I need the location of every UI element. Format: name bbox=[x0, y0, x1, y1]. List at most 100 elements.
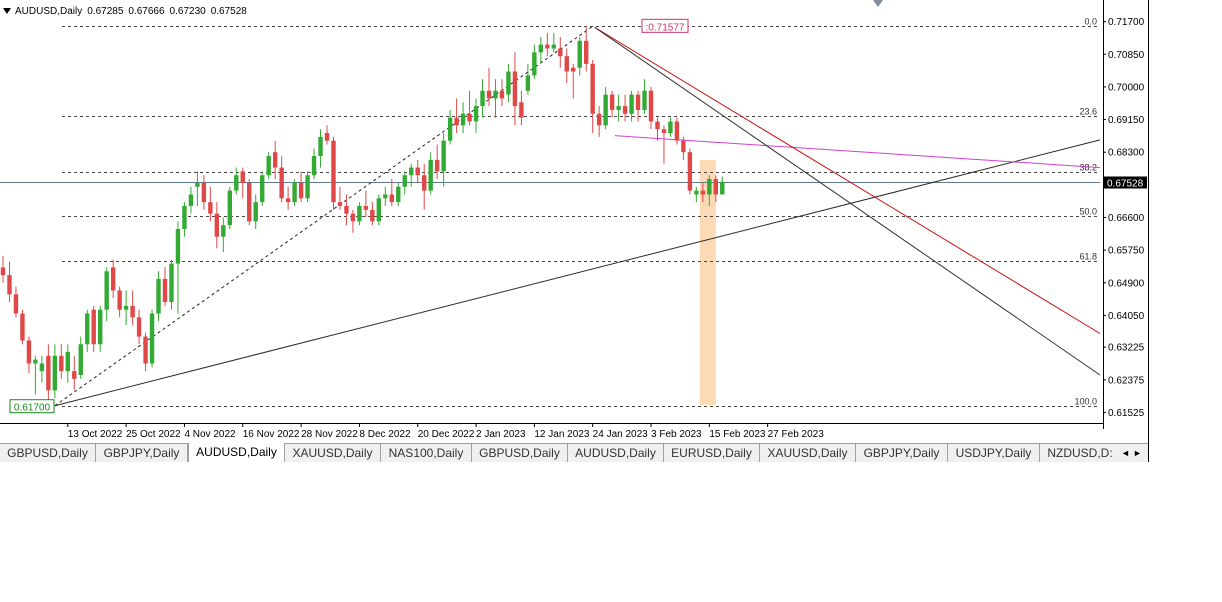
candle-body bbox=[195, 182, 200, 187]
candle bbox=[279, 156, 284, 203]
candle bbox=[564, 48, 569, 84]
tab-eurusd-daily[interactable]: EURUSD,Daily bbox=[664, 444, 760, 462]
candle-body bbox=[584, 40, 589, 64]
candle-body bbox=[596, 113, 602, 126]
candle bbox=[221, 217, 226, 253]
candle bbox=[363, 190, 369, 218]
candle bbox=[655, 117, 660, 141]
candle-body bbox=[551, 44, 556, 49]
symbol-label: AUDUSD,Daily bbox=[15, 6, 83, 17]
chevron-down-icon[interactable] bbox=[3, 8, 11, 15]
tab-gbpjpy-daily[interactable]: GBPJPY,Daily bbox=[96, 444, 188, 462]
time-tick-label: 3 Oct 2022 bbox=[0, 429, 1, 440]
price-chart[interactable]: 0.023.638.250.061.8100.0:0.715770.617000… bbox=[0, 0, 1150, 443]
candle bbox=[169, 259, 174, 310]
candle-body bbox=[331, 140, 336, 203]
candle bbox=[298, 171, 304, 203]
candle bbox=[65, 344, 70, 383]
candle bbox=[584, 26, 589, 72]
tab-nzdusd-daily[interactable]: NZDUSD,D: bbox=[1040, 444, 1120, 462]
candle bbox=[0, 255, 6, 283]
candle bbox=[720, 176, 725, 195]
candle bbox=[39, 355, 45, 383]
descending-trend-line bbox=[594, 26, 1101, 376]
candle-body bbox=[603, 94, 608, 126]
candle bbox=[104, 267, 109, 322]
candle-body bbox=[454, 117, 459, 126]
candle bbox=[545, 33, 550, 57]
candle-body bbox=[156, 278, 161, 314]
candle-body bbox=[117, 290, 122, 310]
time-tick-label: 16 Nov 2022 bbox=[243, 429, 300, 440]
candle-body bbox=[162, 278, 168, 303]
tab-xauusd-daily-2[interactable]: XAUUSD,Daily bbox=[760, 444, 856, 462]
candle-body bbox=[52, 355, 58, 391]
tab-gbpusd-daily[interactable]: GBPUSD,Daily bbox=[0, 444, 96, 462]
candle-body bbox=[221, 225, 226, 237]
candle-body bbox=[545, 44, 550, 49]
candle bbox=[467, 90, 472, 126]
candle bbox=[253, 194, 258, 230]
chart-shift-marker-icon[interactable] bbox=[873, 0, 883, 7]
candle-body bbox=[480, 90, 485, 107]
candle bbox=[506, 63, 511, 103]
resistance-trend-line bbox=[594, 26, 1101, 334]
candle-body bbox=[629, 94, 634, 114]
tab-audusd-daily-active[interactable]: AUDUSD,Daily bbox=[188, 443, 285, 462]
candle bbox=[447, 109, 453, 145]
candle-body bbox=[402, 175, 407, 187]
tab-xauusd-daily[interactable]: XAUUSD,Daily bbox=[285, 444, 381, 462]
time-tick-label: 12 Jan 2023 bbox=[534, 429, 589, 440]
candle bbox=[668, 117, 673, 137]
fib-level-label: 0.0 bbox=[1084, 17, 1097, 27]
candle-body bbox=[318, 136, 323, 157]
candle-body bbox=[188, 194, 194, 206]
candle-body bbox=[622, 106, 628, 114]
candle bbox=[214, 202, 220, 249]
candle bbox=[201, 175, 207, 210]
candle-body bbox=[292, 182, 297, 203]
candle bbox=[661, 125, 667, 164]
candle bbox=[499, 79, 505, 107]
candle-body bbox=[149, 313, 155, 364]
candle-body bbox=[85, 313, 90, 345]
price-tick-label: 0.61525 bbox=[1108, 408, 1145, 419]
candle bbox=[285, 186, 291, 210]
candle-body bbox=[687, 152, 693, 191]
tab-nas100-daily[interactable]: NAS100,Daily bbox=[381, 444, 472, 462]
tab-usdjpy-daily[interactable]: USDJPY,Daily bbox=[948, 444, 1040, 462]
candle-body bbox=[532, 52, 537, 76]
candle-body bbox=[473, 106, 479, 122]
candle bbox=[13, 286, 19, 318]
candle bbox=[98, 305, 103, 352]
highlight-zone bbox=[699, 159, 716, 405]
candle-body bbox=[428, 159, 433, 191]
candle-body bbox=[499, 90, 505, 99]
candle-body bbox=[33, 359, 38, 364]
chart-header: AUDUSD,Daily 0.67285 0.67666 0.67230 0.67528 bbox=[0, 6, 252, 22]
tab-audusd-daily-2[interactable]: AUDUSD,Daily bbox=[568, 444, 664, 462]
candle-body bbox=[467, 113, 472, 122]
candle bbox=[156, 271, 161, 322]
candle-body bbox=[182, 205, 187, 230]
low-value: 0.67230 bbox=[169, 6, 206, 17]
candle-body bbox=[123, 305, 129, 310]
chart-window[interactable]: 0.0 23.6 38.2 50.0 61.8 100.0:0.71577 0.61700 0… bbox=[0, 0, 1150, 462]
tab-scroll-right-icon[interactable]: ► bbox=[1133, 444, 1142, 462]
candle-body bbox=[694, 190, 699, 195]
tab-gbpusd-daily-2[interactable]: GBPUSD,Daily bbox=[472, 444, 568, 462]
fib-level-label: 50.0 bbox=[1079, 207, 1097, 217]
candle-body bbox=[370, 209, 375, 222]
candle-body bbox=[525, 75, 531, 91]
high-value: 0.67666 bbox=[128, 6, 165, 17]
candle-body bbox=[337, 202, 343, 206]
candle-body bbox=[571, 67, 576, 72]
time-tick-label: 2 Jan 2023 bbox=[476, 429, 526, 440]
candle-body bbox=[674, 121, 680, 141]
candle bbox=[441, 132, 446, 187]
candle bbox=[622, 94, 628, 122]
tab-scroll-left-icon[interactable]: ◄ bbox=[1121, 444, 1130, 462]
candle-body bbox=[493, 90, 498, 99]
tab-gbpjpy-daily-2[interactable]: GBPJPY,Daily bbox=[856, 444, 948, 462]
candle bbox=[357, 202, 362, 226]
